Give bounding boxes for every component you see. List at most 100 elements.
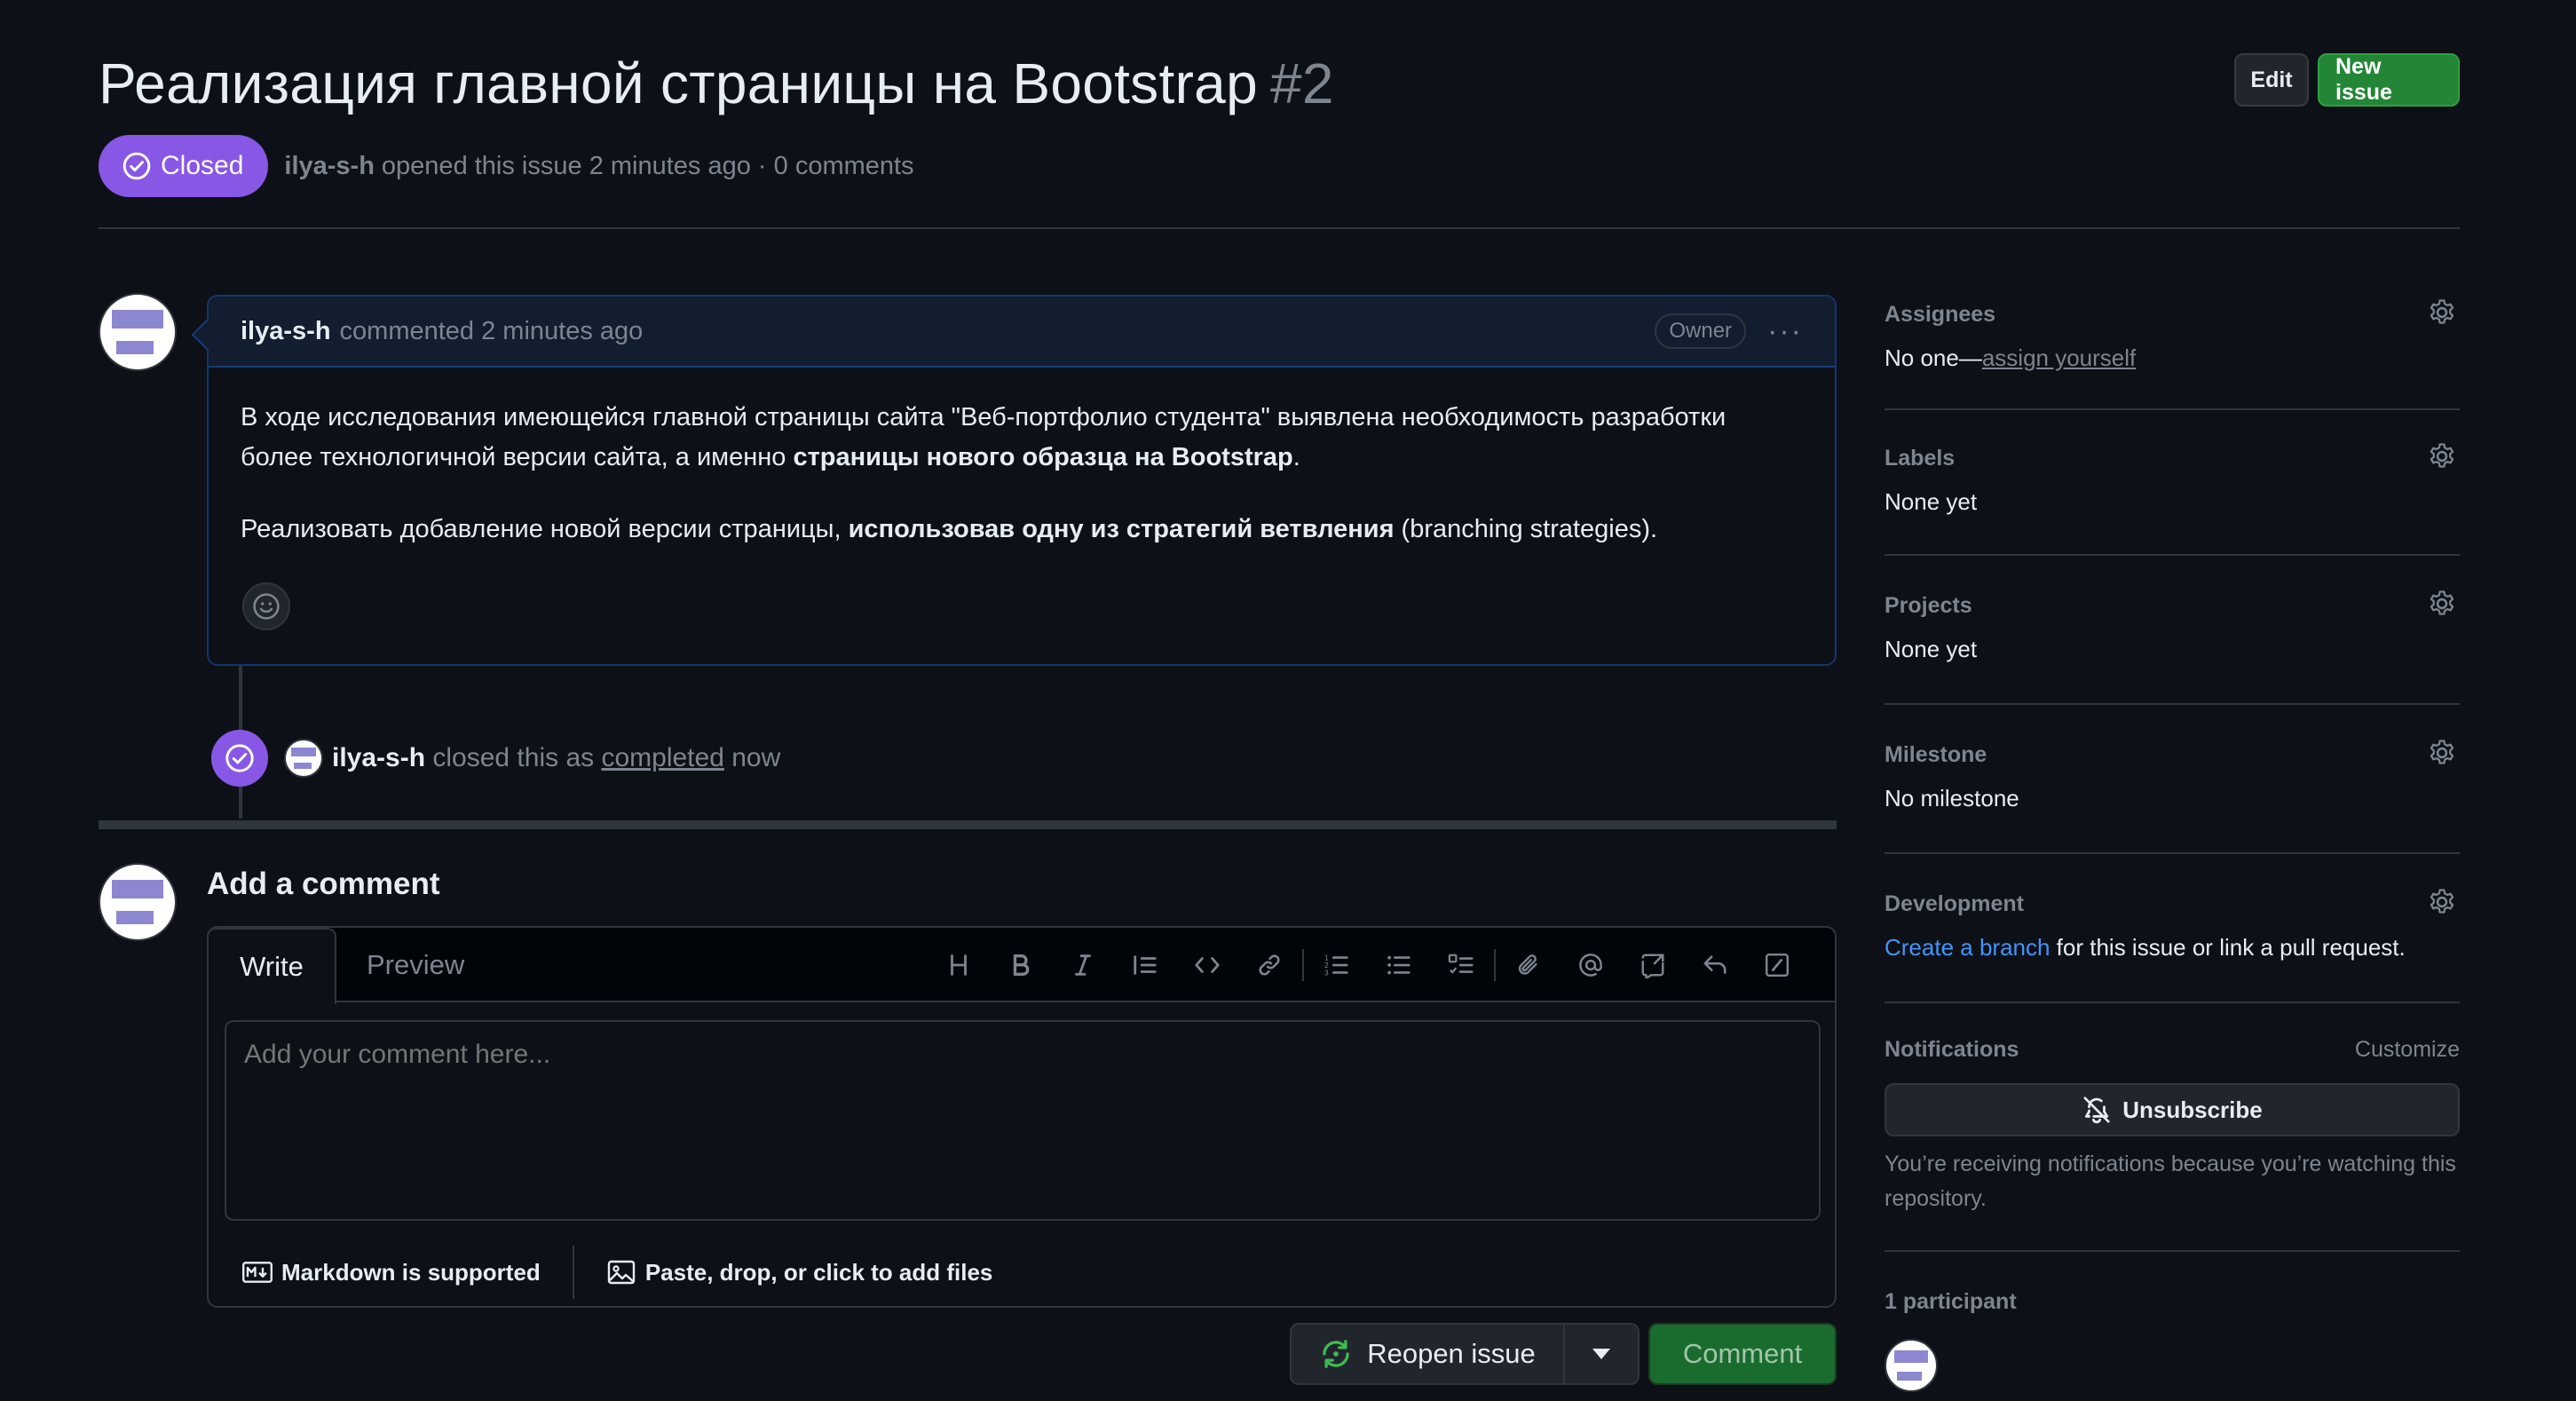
development-value: Create a branch for this issue or link a…: [1885, 934, 2406, 961]
status-badge: Closed: [99, 135, 269, 197]
labels-section: Labels None yet: [1885, 410, 2460, 556]
comment-button[interactable]: Comment: [1648, 1323, 1837, 1385]
projects-heading: Projects: [1885, 592, 1972, 618]
bell-slash-icon: [2082, 1095, 2112, 1125]
development-section: Development Create a branch for this iss…: [1885, 854, 2460, 1003]
slash-command-icon[interactable]: [1746, 928, 1808, 1002]
reopen-button-group: Reopen issue: [1290, 1323, 1640, 1385]
edit-button[interactable]: Edit: [2234, 53, 2309, 107]
markdown-toolbar: 123: [928, 928, 1808, 1002]
projects-section: Projects None yet: [1885, 556, 2460, 705]
comment-paragraph-2: Реализовать добавление новой версии стра…: [241, 515, 1658, 543]
add-reaction-button[interactable]: [242, 582, 290, 630]
code-icon[interactable]: [1176, 928, 1238, 1002]
attach-files-button[interactable]: Paste, drop, or click to add files: [606, 1258, 992, 1286]
comment-paragraph-1: В ходе исследования имеющейся главной ст…: [241, 403, 1727, 471]
reopen-icon: [1319, 1337, 1353, 1371]
comment-timestamp[interactable]: commented 2 minutes ago: [340, 317, 644, 346]
paperclip-icon[interactable]: [1497, 928, 1560, 1002]
completed-link[interactable]: completed: [601, 743, 723, 772]
milestone-section: Milestone No milestone: [1885, 705, 2460, 854]
status-label: Closed: [161, 151, 244, 180]
create-branch-link[interactable]: Create a branch: [1885, 934, 2050, 961]
header-divider: [99, 227, 2460, 229]
header-actions: Edit New issue: [2234, 53, 2460, 107]
kebab-menu-icon[interactable]: ···: [1767, 316, 1803, 346]
image-icon: [606, 1258, 636, 1286]
issue-summary: opened this issue 2 minutes ago · 0 comm…: [381, 151, 914, 180]
quote-icon[interactable]: [1114, 928, 1176, 1002]
editor-footer: Markdown is supported Paste, drop, or cl…: [209, 1237, 1835, 1308]
participants-section: 1 participant: [1885, 1252, 2460, 1392]
milestone-value: No milestone: [1885, 785, 2019, 811]
owner-badge: Owner: [1655, 313, 1747, 349]
assign-yourself-link[interactable]: assign yourself: [1982, 344, 2136, 371]
closed-event-icon: [211, 730, 268, 787]
task-list-icon[interactable]: [1430, 928, 1492, 1002]
reopen-options-dropdown[interactable]: [1563, 1325, 1638, 1383]
issue-title-text: Реализация главной страницы на Bootstrap: [99, 51, 1258, 115]
issue-meta: Closed ilya-s-h opened this issue 2 minu…: [99, 135, 914, 197]
timeline-divider: [99, 820, 1837, 829]
issue-sidebar: Assignees No one—assign yourself Labels …: [1885, 295, 2460, 1392]
comment-editor: Write Preview 123 Markdown is supported: [207, 926, 1837, 1308]
gear-icon[interactable]: [2424, 884, 2460, 920]
unsubscribe-button[interactable]: Unsubscribe: [1885, 1083, 2460, 1136]
development-heading: Development: [1885, 890, 2024, 916]
mention-icon[interactable]: [1560, 928, 1622, 1002]
unordered-list-icon[interactable]: [1368, 928, 1430, 1002]
comment-textarea[interactable]: [225, 1020, 1821, 1221]
reply-icon[interactable]: [1684, 928, 1746, 1002]
markdown-supported-link[interactable]: Markdown is supported: [242, 1259, 541, 1286]
smiley-icon: [251, 591, 281, 621]
comment-actions: Reopen issue Comment: [1290, 1323, 1837, 1385]
gear-icon[interactable]: [2424, 586, 2460, 621]
closed-event-text: ilya-s-h closed this as completed now: [332, 743, 781, 772]
link-icon[interactable]: [1238, 928, 1300, 1002]
avatar[interactable]: [99, 293, 177, 371]
comment-author-link[interactable]: ilya-s-h: [241, 317, 331, 346]
assignees-value: No one—assign yourself: [1885, 344, 2137, 371]
italic-icon[interactable]: [1052, 928, 1114, 1002]
milestone-heading: Milestone: [1885, 741, 1987, 767]
toolbar-divider: [1494, 949, 1496, 981]
ordered-list-icon[interactable]: 123: [1306, 928, 1368, 1002]
labels-value: None yet: [1885, 488, 1978, 515]
issue-author-link[interactable]: ilya-s-h: [284, 152, 375, 181]
check-circle-icon: [122, 151, 152, 181]
markdown-icon: [242, 1262, 273, 1283]
comment-header: ilya-s-h commented 2 minutes ago Owner ·…: [209, 297, 1835, 368]
cross-reference-icon[interactable]: [1622, 928, 1684, 1002]
caret-down-icon: [1592, 1348, 1610, 1360]
gear-icon[interactable]: [2424, 295, 2460, 330]
tab-write[interactable]: Write: [207, 928, 336, 1004]
event-avatar[interactable]: [284, 739, 323, 778]
notifications-section: Notifications Customize Unsubscribe You’…: [1885, 1003, 2460, 1252]
issue-title: Реализация главной страницы на Bootstrap…: [99, 39, 2460, 128]
issue-header: Реализация главной страницы на Bootstrap…: [99, 39, 2460, 128]
new-issue-button[interactable]: New issue: [2318, 53, 2460, 107]
bold-icon[interactable]: [990, 928, 1052, 1002]
toolbar-divider: [1302, 949, 1304, 981]
issue-number: #2: [1269, 51, 1334, 115]
tab-preview[interactable]: Preview: [367, 928, 464, 1002]
gear-icon[interactable]: [2424, 439, 2460, 474]
reopen-issue-button[interactable]: Reopen issue: [1292, 1325, 1563, 1383]
notifications-note: You’re receiving notifications because y…: [1885, 1152, 2456, 1211]
assignees-section: Assignees No one—assign yourself: [1885, 295, 2460, 410]
footer-divider: [572, 1246, 574, 1299]
labels-heading: Labels: [1885, 445, 1956, 471]
event-author-link[interactable]: ilya-s-h: [332, 743, 425, 772]
projects-value: None yet: [1885, 636, 1978, 662]
issue-comment: ilya-s-h commented 2 minutes ago Owner ·…: [207, 295, 1837, 666]
participant-avatar[interactable]: [1885, 1339, 1938, 1392]
customize-link[interactable]: Customize: [2355, 1032, 2460, 1067]
gear-icon[interactable]: [2424, 735, 2460, 771]
comment-body: В ходе исследования имеющейся главной ст…: [209, 368, 1835, 550]
current-user-avatar[interactable]: [99, 863, 177, 941]
editor-tabs: Write Preview 123: [207, 928, 1835, 1004]
heading-icon[interactable]: [928, 928, 990, 1002]
add-comment-heading: Add a comment: [207, 867, 440, 901]
assignees-heading: Assignees: [1885, 301, 1996, 327]
participants-heading: 1 participant: [1885, 1288, 2017, 1314]
